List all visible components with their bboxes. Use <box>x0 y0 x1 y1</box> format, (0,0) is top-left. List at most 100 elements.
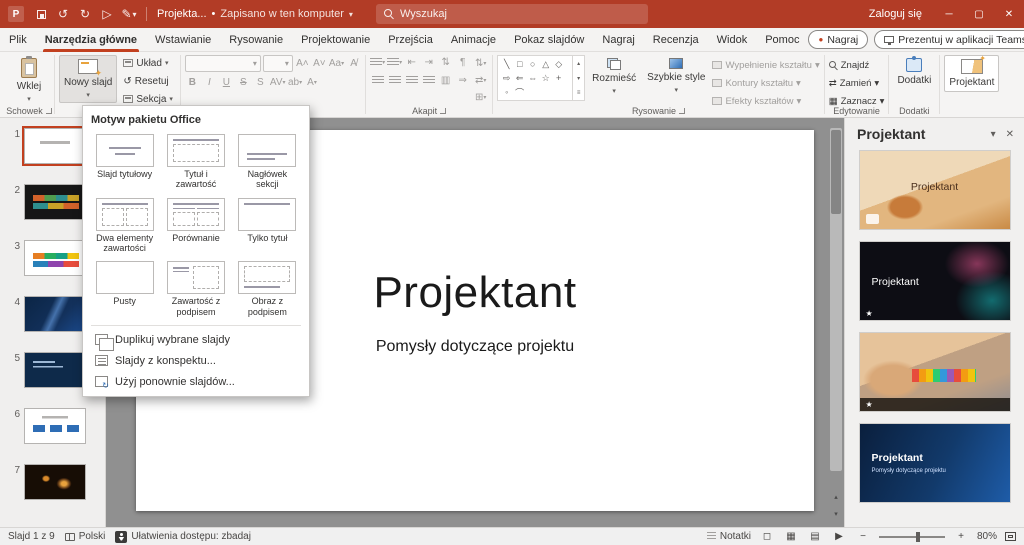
slide-thumbnail-3[interactable] <box>24 240 86 276</box>
slide-thumbnail-2[interactable] <box>24 184 86 220</box>
dialog-launcher-icon[interactable] <box>440 108 447 114</box>
bullets-button[interactable]: ▾ <box>370 55 385 70</box>
designer-collapse-button[interactable]: ▾ <box>991 129 996 140</box>
change-case-button[interactable]: Aa ▾ <box>329 56 344 71</box>
layout-option-title-slide[interactable]: Slajd tytułowy <box>91 132 158 192</box>
slides-from-outline-menu-item[interactable]: Slajdy z konspektu... <box>91 350 301 371</box>
minimize-button[interactable]: ─ <box>934 0 964 28</box>
design-suggestion-1[interactable]: Projektant <box>858 150 1011 230</box>
shape-diamond-button[interactable]: ◇ <box>552 57 565 71</box>
font-name-select[interactable]: ▾ <box>184 55 261 72</box>
save-button[interactable] <box>30 0 52 28</box>
new-slide-button[interactable]: Nowy slajd ▾ <box>59 55 118 103</box>
layout-option-blank[interactable]: Pusty <box>91 259 158 319</box>
tab-pokaz-slajdow[interactable]: Pokaz slajdów <box>505 28 593 52</box>
slide-thumbnail-1[interactable] <box>22 126 88 166</box>
increase-font-size-button[interactable]: A˄ <box>295 56 310 71</box>
tab-nagraj[interactable]: Nagraj <box>593 28 643 52</box>
undo-button[interactable]: ↺ <box>52 0 74 28</box>
maximize-button[interactable]: ▢ <box>964 0 994 28</box>
slideshow-button[interactable]: ▶ <box>831 531 847 542</box>
layout-option-title-content[interactable]: Tytuł i zawartość <box>162 132 229 192</box>
design-suggestion-4[interactable]: Projektant Pomysły dotyczące projektu <box>858 423 1011 503</box>
layout-option-comparison[interactable]: Porównanie <box>162 196 229 256</box>
normal-view-button[interactable]: ◻ <box>759 531 775 542</box>
shape-arc-button[interactable]: ⌒ <box>513 85 526 99</box>
tab-pomoc[interactable]: Pomoc <box>756 28 808 52</box>
numbering-button[interactable]: ▾ <box>387 55 402 70</box>
design-suggestion-3[interactable]: ★ <box>858 332 1011 412</box>
shape-ellipse-button[interactable]: ○ <box>526 57 539 71</box>
shape-plus-button[interactable]: + <box>552 71 565 85</box>
duplicate-slides-menu-item[interactable]: Duplikuj wybrane slajdy <box>91 329 301 352</box>
text-direction-menu-button[interactable]: ⇄ ▾ <box>473 73 488 88</box>
design-suggestion-2[interactable]: Projektant ★ <box>858 241 1011 321</box>
slide-thumbnail-5[interactable] <box>24 352 86 388</box>
designer-ribbon-button[interactable]: Projektant <box>944 54 1000 92</box>
reset-button[interactable]: ↺ Resetuj <box>120 73 176 89</box>
shapes-scroll-down-button[interactable]: ▾ <box>573 71 584 86</box>
slide-thumbnail-7[interactable] <box>24 464 86 500</box>
tab-plik[interactable]: Plik <box>0 28 36 52</box>
tab-przejscia[interactable]: Przejścia <box>379 28 442 52</box>
zoom-out-button[interactable]: − <box>855 531 871 542</box>
layout-option-two-content[interactable]: Dwa elementy zawartości <box>91 196 158 256</box>
previous-slide-button[interactable]: ▴ <box>829 490 843 504</box>
record-button[interactable]: ● Nagraj <box>808 30 869 49</box>
shapes-scroll-up-button[interactable]: ▴ <box>573 56 584 71</box>
shape-star-button[interactable]: ☆ <box>539 71 552 85</box>
align-right-button[interactable] <box>404 73 419 88</box>
zoom-slider-thumb[interactable] <box>915 531 920 542</box>
slide-sorter-view-button[interactable]: ▦ <box>783 531 799 542</box>
reading-view-button[interactable]: ▤ <box>807 531 823 542</box>
shape-rectangle-button[interactable]: □ <box>513 57 526 71</box>
present-in-teams-button[interactable]: Prezentuj w aplikacji Teams <box>874 30 1024 49</box>
shape-outline-button[interactable]: Kontury kształtu ▾ <box>712 75 819 91</box>
smartart-button[interactable]: ⇒ <box>455 73 470 88</box>
underline-button[interactable]: U <box>219 75 234 90</box>
start-slideshow-button[interactable]: ▷ <box>96 0 118 28</box>
arrange-button[interactable]: Rozmieść ▾ <box>588 55 640 98</box>
notes-button[interactable]: Notatki <box>706 531 751 542</box>
find-button[interactable]: Znajdź <box>828 57 885 73</box>
zoom-slider[interactable] <box>878 531 945 542</box>
text-direction-button[interactable]: ¶ <box>455 55 470 70</box>
scrollbar-thumb[interactable] <box>831 130 841 214</box>
accessibility-button[interactable]: Ułatwienia dostępu: zbadaj <box>115 530 251 543</box>
tab-projektowanie[interactable]: Projektowanie <box>292 28 379 52</box>
decrease-indent-button[interactable]: ⇤ <box>404 55 419 70</box>
align-left-button[interactable] <box>370 73 385 88</box>
tab-animacje[interactable]: Animacje <box>442 28 505 52</box>
layout-option-content-caption[interactable]: Zawartość z podpisem <box>162 259 229 319</box>
paste-button[interactable]: Wklej ▾ <box>8 55 50 106</box>
convert-smartart-button[interactable]: ⊞ ▾ <box>473 90 488 105</box>
sign-in-button[interactable]: Zaloguj się <box>857 8 934 20</box>
layout-button[interactable]: Układ ▾ <box>120 55 176 71</box>
zoom-level[interactable]: 80% <box>977 531 997 542</box>
language-button[interactable]: Polski <box>64 531 105 542</box>
shapes-more-button[interactable]: ≡ <box>573 85 584 100</box>
bold-button[interactable]: B <box>185 75 200 90</box>
addins-button[interactable]: Dodatki <box>893 55 935 89</box>
dialog-launcher-icon[interactable] <box>678 108 685 114</box>
quick-styles-button[interactable]: Szybkie style ▾ <box>643 55 709 97</box>
pen-tools-button[interactable]: ✎ ▾ <box>118 0 140 28</box>
next-slide-button[interactable]: ▾ <box>829 507 843 521</box>
font-color-button[interactable]: A ▾ <box>305 75 320 90</box>
shape-circle-small-button[interactable]: ◦ <box>500 85 513 99</box>
increase-indent-button[interactable]: ⇥ <box>421 55 436 70</box>
columns-button[interactable]: ▥ <box>438 73 453 88</box>
close-button[interactable]: ✕ <box>994 0 1024 28</box>
line-spacing-button[interactable]: ⇅ <box>438 55 453 70</box>
highlight-color-button[interactable]: ab ▾ <box>288 75 303 90</box>
justify-button[interactable] <box>421 73 436 88</box>
layout-option-title-only[interactable]: Tylko tytuł <box>234 196 301 256</box>
tab-widok[interactable]: Widok <box>708 28 757 52</box>
document-title[interactable]: Projekta... <box>157 8 207 20</box>
italic-button[interactable]: I <box>202 75 217 90</box>
designer-close-button[interactable]: ✕ <box>1006 129 1014 140</box>
slide-thumbnail-6[interactable] <box>24 408 86 444</box>
tab-narzedzia-glowne[interactable]: Narzędzia główne <box>36 28 146 52</box>
tab-wstawianie[interactable]: Wstawianie <box>146 28 220 52</box>
layout-option-picture-caption[interactable]: Obraz z podpisem <box>234 259 301 319</box>
